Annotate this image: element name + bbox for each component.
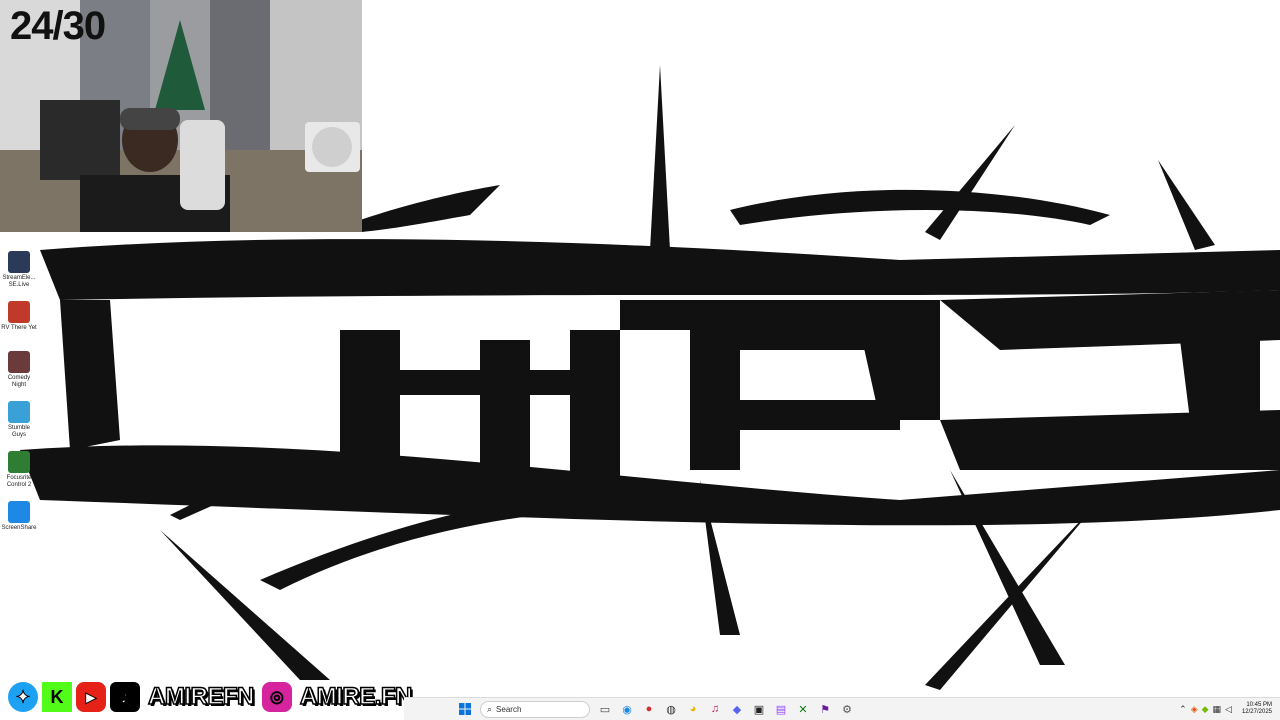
tray-app-icon[interactable]: ◈ [1191,704,1198,715]
social-handle-primary: AMIREFN [147,682,255,711]
desktop-icon[interactable]: ScreenShare [0,498,38,548]
challenge-counter: 24/30 [10,4,106,48]
windows-logo-icon [459,703,471,715]
system-tray: ⌃ ◈ ◆ ▦ ◁ 10:45 PM 12/27/2025 [1179,702,1280,716]
kick-icon: K [42,682,72,712]
focusrite-icon [8,451,30,473]
social-banner: ✦ K ▶ ♪ AMIREFN ◎ AMIRE.FN [0,680,416,714]
taskbar-search-box[interactable]: ⌕ Search [480,700,590,718]
social-handle-secondary: AMIRE.FN [299,682,413,711]
chrome-icon[interactable]: ◕ [683,699,703,719]
twitter-icon: ✦ [8,682,38,712]
network-icon[interactable]: ▦ [1213,704,1222,715]
twitch-icon[interactable]: ▤ [771,699,791,719]
volume-icon[interactable]: ◁ [1225,704,1232,715]
stumble-guys-icon [8,401,30,423]
fortnite-icon[interactable]: ⚑ [815,699,835,719]
start-button[interactable] [455,699,475,719]
tiktok-icon: ♪ [110,682,140,712]
task-view-button[interactable]: ▭ [595,699,615,719]
edge-icon[interactable]: ◉ [617,699,637,719]
desktop-icon[interactable]: Focusrite Control 2 [0,448,38,498]
taskbar: ⌕ Search ▭ ◉ ● ◍ ◕ ♫ ◆ ▣ ▤ ✕ ⚑ ⚙ ⌃ ◈ ◆ ▦… [404,697,1280,720]
desktop-icon[interactable]: RV There Yet [0,298,38,348]
desktop-icon-column: StreamEle... SE.Live RV There Yet Comedy N… [0,248,38,548]
clock[interactable]: 10:45 PM 12/27/2025 [1242,702,1272,716]
recording-app-icon[interactable]: ● [639,699,659,719]
desktop-icon-label: Focusrite Control 2 [6,475,32,488]
desktop-icon-label: Stumble Guys [7,425,30,438]
microphone-icon [8,351,30,373]
webcam-overlay: 24/30 [0,0,362,232]
settings-gear-icon[interactable]: ⚙ [837,699,857,719]
search-icon: ⌕ [487,703,493,714]
monitor-icon [8,501,30,523]
instagram-icon: ◎ [261,682,292,712]
game-rv-icon [8,301,30,323]
nvidia-icon[interactable]: ◆ [1202,704,1209,715]
xbox-icon[interactable]: ✕ [793,699,813,719]
desktop-icon-label: RV There Yet [1,325,37,331]
clock-time: 10:45 PM [1246,702,1272,708]
desktop-icon-label: ScreenShare [1,525,37,531]
search-placeholder: Search [496,704,522,714]
stream-screen: 24/30 StreamEle... SE.Live RV There Yet Co… [0,0,1280,720]
desktop-icon-label: Comedy Night [7,375,31,388]
streamelements-icon [8,251,30,273]
itunes-icon[interactable]: ♫ [705,699,725,719]
desktop-icon-label: StreamEle... SE.Live [2,275,36,288]
obs-icon[interactable]: ◍ [661,699,681,719]
epic-games-icon[interactable]: ▣ [749,699,769,719]
desktop-icon[interactable]: Stumble Guys [0,398,38,448]
desktop-icon[interactable]: Comedy Night [0,348,38,398]
discord-icon[interactable]: ◆ [727,699,747,719]
desktop-icon[interactable]: StreamEle... SE.Live [0,248,38,298]
chevron-up-icon[interactable]: ⌃ [1179,704,1187,715]
clock-date: 12/27/2025 [1241,709,1272,715]
youtube-icon: ▶ [76,682,106,712]
